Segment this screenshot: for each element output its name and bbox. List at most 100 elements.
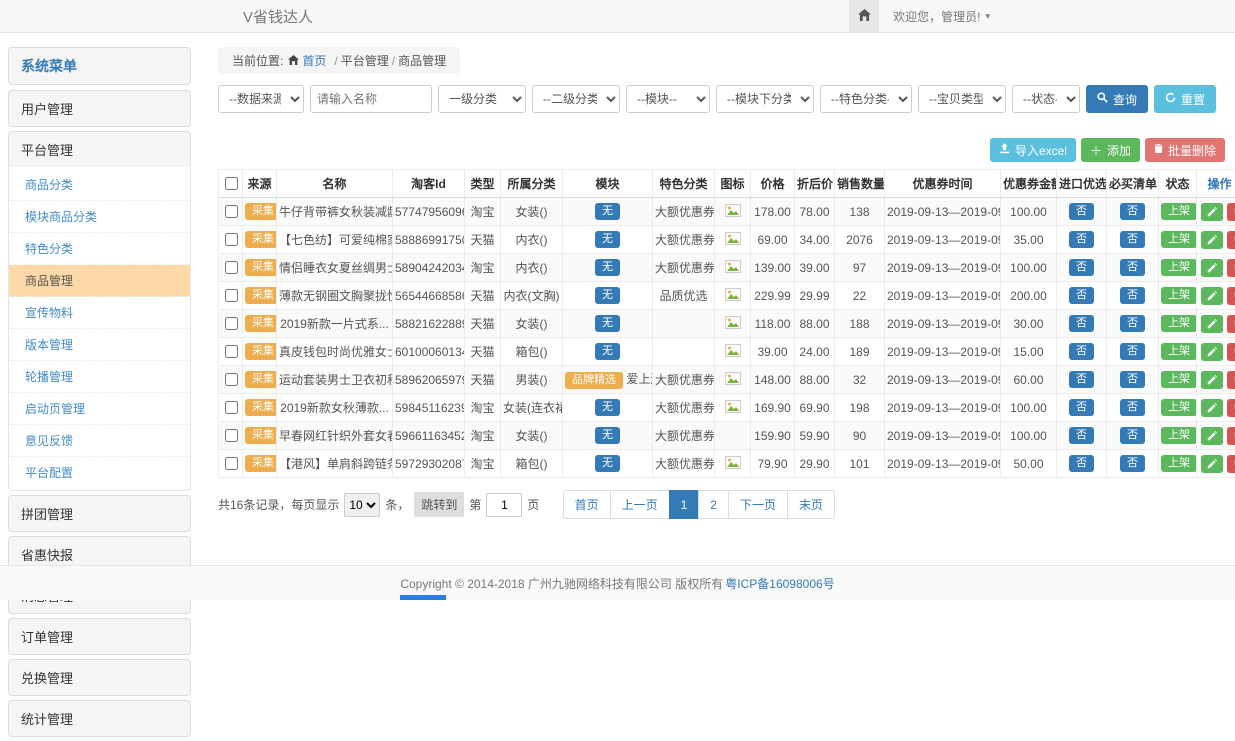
edit-button[interactable] [1201,315,1223,333]
sidebar-subitem[interactable]: 宣传物料 [9,297,190,329]
delete-button[interactable] [1227,231,1235,249]
jump-button[interactable]: 跳转到 [414,492,464,517]
delete-button[interactable] [1227,455,1235,473]
row-checkbox[interactable] [225,401,238,414]
status-badge[interactable]: 上架 [1161,371,1197,388]
import-select-badge[interactable]: 否 [1069,455,1094,472]
name-search-input[interactable] [310,85,432,113]
edit-button[interactable] [1201,455,1223,473]
sidebar-subitem[interactable]: 轮播管理 [9,361,190,393]
filter-select[interactable]: --模块-- [626,85,710,113]
delete-button[interactable] [1227,315,1235,333]
icp-link[interactable]: 粤ICP备16098006号 [725,575,834,592]
breadcrumb-home-link[interactable]: 首页 [288,52,326,69]
page-button[interactable]: 1 [669,490,700,519]
sidebar-subitem[interactable]: 意见反馈 [9,425,190,457]
import-excel-button[interactable]: 导入excel [990,138,1076,162]
must-buy-badge[interactable]: 否 [1120,287,1145,304]
row-checkbox[interactable] [225,233,238,246]
row-checkbox[interactable] [225,205,238,218]
sidebar-subitem[interactable]: 平台配置 [9,457,190,488]
edit-button[interactable] [1201,343,1223,361]
row-checkbox[interactable] [225,345,238,358]
must-buy-badge[interactable]: 否 [1120,203,1145,220]
sidebar-item[interactable]: 平台管理 [8,131,191,168]
status-badge[interactable]: 上架 [1161,203,1197,220]
row-checkbox[interactable] [225,317,238,330]
row-checkbox[interactable] [225,373,238,386]
filter-select-source[interactable]: --数据来源-- [218,85,304,113]
filter-select[interactable]: --模块下分类-- [716,85,814,113]
sidebar-subitem[interactable]: 版本管理 [9,329,190,361]
edit-button[interactable] [1201,203,1223,221]
delete-button[interactable] [1227,287,1235,305]
sidebar-subitem[interactable]: 特色分类 [9,233,190,265]
status-badge[interactable]: 上架 [1161,399,1197,416]
sidebar-item[interactable]: 拼团管理 [8,495,191,532]
must-buy-badge[interactable]: 否 [1120,343,1145,360]
must-buy-badge[interactable]: 否 [1120,427,1145,444]
page-button[interactable]: 下一页 [728,490,788,519]
status-badge[interactable]: 上架 [1161,343,1197,360]
row-checkbox[interactable] [225,261,238,274]
search-button[interactable]: 查询 [1086,85,1148,113]
import-select-badge[interactable]: 否 [1069,315,1094,332]
status-badge[interactable]: 上架 [1161,231,1197,248]
status-badge[interactable]: 上架 [1161,455,1197,472]
add-button[interactable]: ＋ 添加 [1081,138,1140,162]
edit-button[interactable] [1201,259,1223,277]
sidebar-subitem[interactable]: 商品管理 [9,265,190,297]
sidebar-item[interactable]: 统计管理 [8,700,191,737]
edit-button[interactable] [1201,399,1223,417]
sidebar-subitem[interactable]: 启动页管理 [9,393,190,425]
import-select-badge[interactable]: 否 [1069,287,1094,304]
row-checkbox[interactable] [225,289,238,302]
import-select-badge[interactable]: 否 [1069,231,1094,248]
delete-button[interactable] [1227,203,1235,221]
import-select-badge[interactable]: 否 [1069,343,1094,360]
import-select-badge[interactable]: 否 [1069,203,1094,220]
sidebar-subitem[interactable]: 模块商品分类 [9,201,190,233]
status-badge[interactable]: 上架 [1161,287,1197,304]
edit-button[interactable] [1201,371,1223,389]
sidebar-item[interactable]: 兑换管理 [8,659,191,696]
import-select-badge[interactable]: 否 [1069,427,1094,444]
edit-button[interactable] [1201,287,1223,305]
must-buy-badge[interactable]: 否 [1120,259,1145,276]
import-select-badge[interactable]: 否 [1069,371,1094,388]
row-checkbox[interactable] [225,429,238,442]
must-buy-badge[interactable]: 否 [1120,371,1145,388]
status-badge[interactable]: 上架 [1161,315,1197,332]
sidebar-subitem[interactable]: 商品分类 [9,169,190,201]
delete-button[interactable] [1227,399,1235,417]
must-buy-badge[interactable]: 否 [1120,231,1145,248]
filter-select[interactable]: 一级分类 [438,85,526,113]
per-page-select[interactable]: 10 [344,493,380,517]
import-select-badge[interactable]: 否 [1069,259,1094,276]
home-nav-button[interactable] [849,0,879,32]
page-button[interactable]: 上一页 [610,490,670,519]
page-button[interactable]: 末页 [787,490,835,519]
must-buy-badge[interactable]: 否 [1120,455,1145,472]
must-buy-badge[interactable]: 否 [1120,315,1145,332]
edit-button[interactable] [1201,231,1223,249]
must-buy-badge[interactable]: 否 [1120,399,1145,416]
row-checkbox[interactable] [225,457,238,470]
jump-page-input[interactable] [486,493,522,517]
user-menu[interactable]: 欢迎您，管理员! ▾ [893,8,990,25]
sidebar-item[interactable]: 用户管理 [8,90,191,127]
filter-select[interactable]: --状态-- [1012,85,1080,113]
delete-button[interactable] [1227,427,1235,445]
delete-button[interactable] [1227,343,1235,361]
import-select-badge[interactable]: 否 [1069,399,1094,416]
edit-button[interactable] [1201,427,1223,445]
filter-select[interactable]: --特色分类-- [820,85,912,113]
page-button[interactable]: 2 [698,490,729,519]
reset-button[interactable]: 重置 [1154,85,1216,113]
batch-delete-button[interactable]: 批量删除 [1145,138,1225,162]
delete-button[interactable] [1227,259,1235,277]
status-badge[interactable]: 上架 [1161,259,1197,276]
delete-button[interactable] [1227,371,1235,389]
filter-select[interactable]: --宝贝类型-- [918,85,1006,113]
sidebar-item[interactable]: 订单管理 [8,618,191,655]
